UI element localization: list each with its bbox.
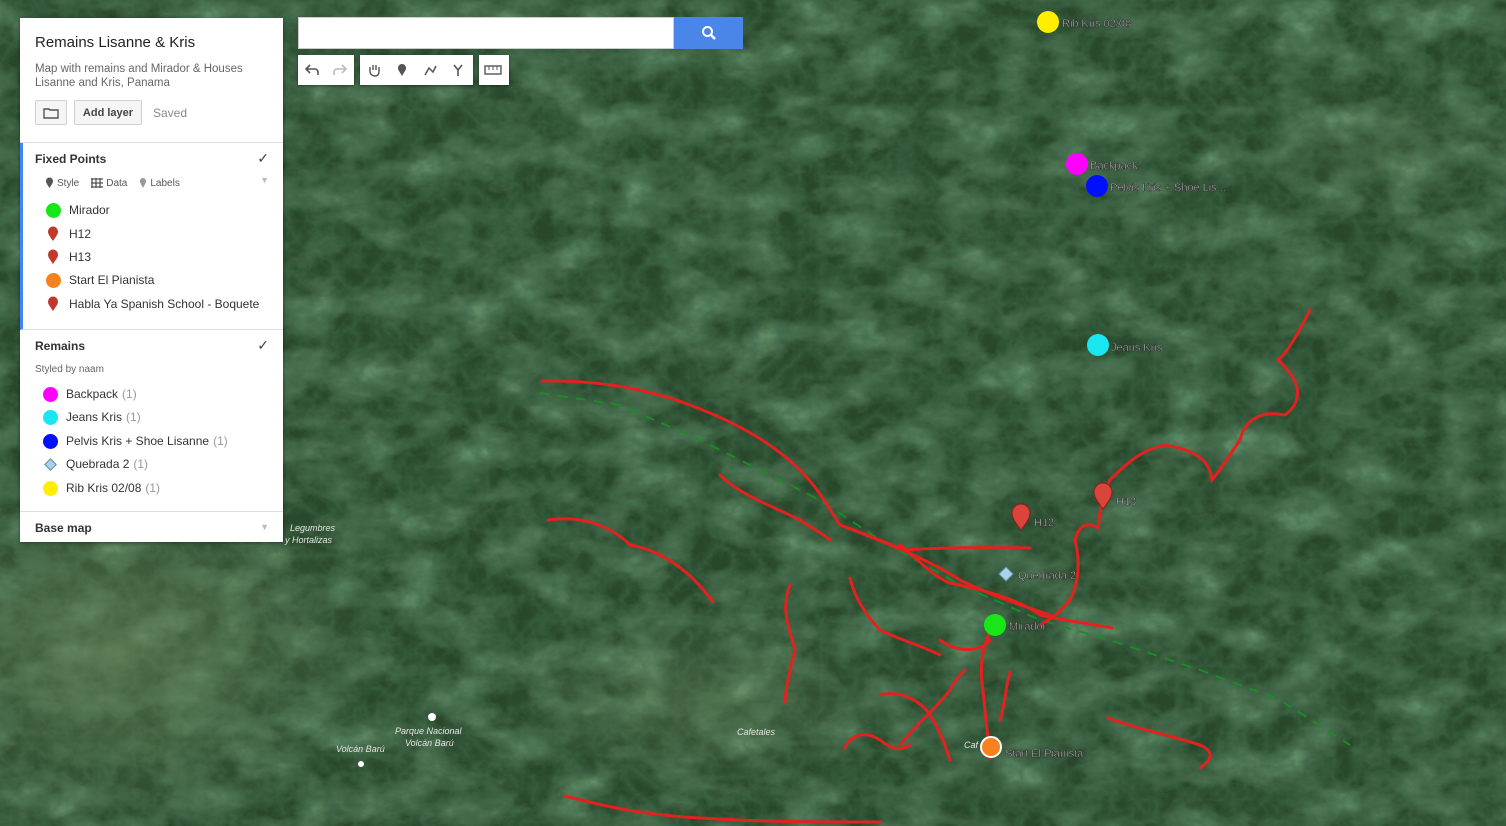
search-button[interactable] — [674, 17, 743, 49]
red-pin-icon — [48, 249, 58, 264]
red-pin-icon — [48, 226, 58, 241]
search-input[interactable] — [299, 18, 673, 48]
green-circle-icon — [45, 202, 61, 218]
blue-circle-icon — [42, 433, 58, 449]
legend-item-mirador[interactable]: Mirador — [45, 201, 110, 219]
layer-options-dropdown[interactable]: ▼ — [260, 175, 269, 185]
pan-button[interactable] — [360, 55, 388, 85]
legend-item-habla-ya[interactable]: Habla Ya Spanish School - Boquete — [45, 295, 259, 313]
redo-button[interactable] — [326, 55, 354, 85]
search-icon — [701, 26, 716, 40]
layer-remains: Remains ✓ Styled by naam Backpack (1) Jea… — [20, 330, 283, 512]
map-description[interactable]: Map with remains and Mirador & Houses Li… — [35, 62, 265, 90]
legend-item-h12[interactable]: H12 — [45, 225, 91, 243]
magenta-circle-icon — [42, 386, 58, 402]
legend-item-jeans-kris[interactable]: Jeans Kris (1) — [42, 408, 141, 426]
place-label-cafetales: Cafetales — [737, 727, 776, 737]
svg-text:Rib Kris 02/08: Rib Kris 02/08 — [1062, 18, 1131, 30]
table-icon — [91, 178, 104, 188]
saved-status: Saved — [153, 105, 188, 120]
directions-icon — [453, 64, 463, 76]
red-pin-icon — [48, 296, 58, 311]
data-tool[interactable]: Data — [91, 177, 127, 189]
layer-visibility-checkbox[interactable]: ✓ — [257, 337, 269, 354]
labels-tool[interactable]: Labels — [139, 177, 180, 189]
layer-title[interactable]: Remains — [35, 339, 85, 353]
layer-fixed-points: Fixed Points ✓ Style Data Labels ▼ Mirad… — [20, 143, 283, 330]
style-tool[interactable]: Style — [45, 177, 79, 189]
svg-text:Jeans Kris: Jeans Kris — [1111, 342, 1163, 354]
marker-icon — [398, 64, 406, 76]
draw-line-button[interactable] — [416, 55, 444, 85]
place-label-parque: Parque Nacional — [395, 726, 463, 736]
base-map-dropdown[interactable]: ▼ — [260, 522, 269, 532]
layer-title[interactable]: Fixed Points — [35, 152, 106, 166]
add-marker-button[interactable] — [388, 55, 416, 85]
park-icon — [428, 713, 436, 721]
yellow-circle-icon — [42, 480, 58, 496]
undo-redo-toolbar — [298, 55, 354, 85]
legend-item-h13[interactable]: H13 — [45, 248, 91, 266]
svg-text:H13: H13 — [1116, 496, 1136, 508]
search-box[interactable] — [298, 17, 674, 49]
layer-title[interactable]: Base map — [35, 521, 92, 535]
svg-text:Start El Pianista: Start El Pianista — [1005, 748, 1084, 760]
cyan-circle-icon — [42, 409, 58, 425]
folder-icon — [43, 107, 59, 119]
draw-toolbar — [360, 55, 473, 85]
legend-item-quebrada-2[interactable]: Quebrada 2 (1) — [42, 455, 148, 473]
draw-line-icon — [424, 65, 437, 76]
layer-tools: Style Data Labels — [45, 177, 180, 189]
svg-text:Pelvis Kris + Shoe Lis...: Pelvis Kris + Shoe Lis... — [1110, 182, 1226, 194]
place-label-hortalizas: y Hortalizas — [284, 535, 333, 545]
svg-text:H12: H12 — [1034, 517, 1054, 529]
open-folder-button[interactable] — [35, 100, 67, 125]
map-legend-panel: Remains Lisanne & Kris Map with remains … — [20, 18, 283, 542]
label-icon — [140, 178, 147, 188]
svg-text:Mirador: Mirador — [1009, 621, 1047, 633]
layer-base-map[interactable]: Base map ▼ — [20, 512, 283, 542]
map-title[interactable]: Remains Lisanne & Kris — [35, 34, 268, 51]
layer-subtitle: Styled by naam — [35, 364, 104, 375]
redo-icon — [333, 64, 347, 75]
style-icon — [46, 177, 53, 188]
legend-item-pelvis-shoe[interactable]: Pelvis Kris + Shoe Lisanne (1) — [42, 432, 228, 450]
orange-circle-icon — [45, 272, 61, 288]
legend-item-start-el-pianista[interactable]: Start El Pianista — [45, 271, 154, 289]
summit-icon — [358, 761, 364, 767]
measure-toolbar — [479, 55, 509, 85]
place-label-parque-2: Volcán Barú — [405, 738, 454, 748]
place-label-volcan: Volcán Barú — [336, 744, 385, 754]
undo-icon — [305, 64, 319, 75]
svg-text:Backpack: Backpack — [1090, 160, 1138, 172]
svg-text:Quebrada 2: Quebrada 2 — [1018, 570, 1076, 582]
add-layer-button[interactable]: Add layer — [74, 100, 142, 125]
directions-button[interactable] — [444, 55, 472, 85]
measure-button[interactable] — [479, 55, 507, 85]
ruler-icon — [484, 65, 502, 75]
diamond-icon — [43, 457, 57, 471]
legend-item-rib-kris[interactable]: Rib Kris 02/08 (1) — [42, 479, 160, 497]
place-label-caf: Caf — [964, 740, 980, 750]
layer-visibility-checkbox[interactable]: ✓ — [257, 150, 269, 167]
place-label-legumbres: Legumbres — [290, 523, 336, 533]
legend-item-backpack[interactable]: Backpack (1) — [42, 385, 137, 403]
hand-icon — [369, 65, 380, 77]
undo-button[interactable] — [298, 55, 326, 85]
